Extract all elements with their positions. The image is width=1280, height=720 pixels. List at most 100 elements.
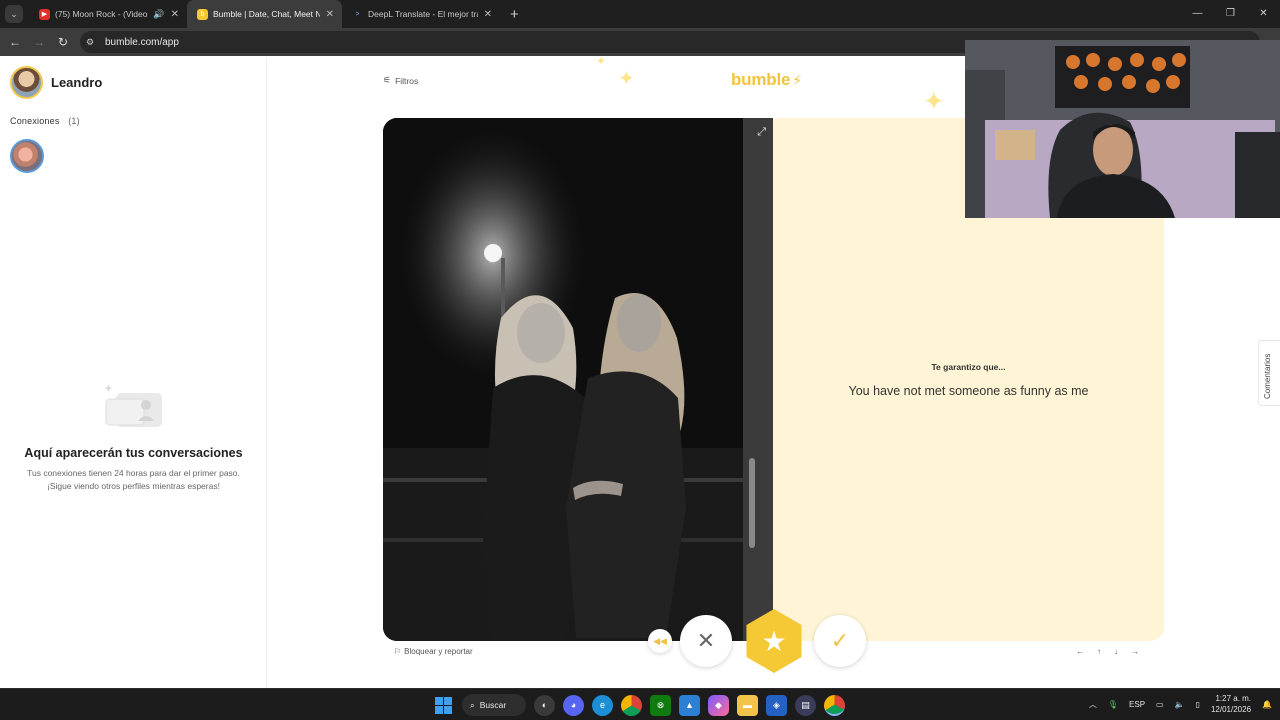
empty-state-subtitle: Tus conexiones tienen 24 horas para dar …: [0, 467, 267, 493]
discord-icon[interactable]: ◕: [563, 694, 584, 716]
webcam-image: [965, 40, 1280, 218]
feedback-tab[interactable]: Comentarios: [1258, 340, 1280, 406]
browser-tab-deepl[interactable]: > DeepL Translate - El mejor traductor ✕: [342, 0, 500, 28]
bumble-icon: b: [197, 8, 208, 20]
expand-icon[interactable]: ⤢: [757, 126, 766, 139]
battery-icon[interactable]: ▯: [1196, 700, 1200, 709]
check-icon: ✓: [830, 628, 850, 653]
taskbar-apps: ⌕ Buscar ◐ ◕ e ⊗ ▲ ◆ ▬ ◈ ▤: [433, 694, 845, 716]
time: 1:27 a. m.: [1215, 694, 1252, 703]
volume-icon[interactable]: 🔈: [1175, 700, 1185, 709]
window-controls: — ❐ ✕: [1181, 0, 1280, 28]
windows-logo: [435, 696, 452, 714]
windows-taskbar: ⌕ Buscar ◐ ◕ e ⊗ ▲ ◆ ▬ ◈ ▤ ︿ 🎙 ESP ▭ 🔈 ▯…: [0, 688, 1280, 720]
sparkle-icon: ✦: [923, 86, 945, 116]
rewind-icon: ◀◀: [653, 635, 667, 646]
file-explorer-icon[interactable]: ▬: [737, 694, 758, 716]
chevron-up-icon[interactable]: ︿: [1089, 699, 1097, 710]
bolt-icon: ⚡: [792, 72, 802, 88]
copilot-icon[interactable]: ◆: [708, 694, 729, 716]
close-window-icon[interactable]: ✕: [1247, 0, 1280, 28]
photo-image: [383, 118, 774, 641]
close-tab-icon[interactable]: ✕: [171, 9, 179, 20]
tab-title: (75) Moon Rock - (Video Oficial): [55, 9, 149, 19]
app-icon[interactable]: ▤: [795, 694, 816, 716]
language-indicator[interactable]: ESP: [1129, 700, 1145, 709]
keyboard-hints: ← ↑ ↓ →: [1076, 647, 1139, 656]
tab-search-button[interactable]: ⌄: [5, 5, 23, 23]
empty-state-line: ¡Sigue viendo otros perfiles mientras es…: [47, 481, 220, 491]
connection-avatar[interactable]: [10, 139, 44, 173]
flag-icon: ⚐: [394, 647, 402, 656]
search-label: Buscar: [479, 700, 507, 710]
logo-text: bumble: [731, 70, 791, 89]
webcam-overlay: [965, 40, 1280, 218]
speaker-icon[interactable]: 🔊: [153, 9, 164, 20]
site-info-icon[interactable]: ⚙: [86, 37, 100, 48]
connections-label: Conexiones: [10, 116, 60, 126]
feedback-label: Comentarios: [1263, 353, 1272, 399]
profile-photo[interactable]: ⤢ ✦: [383, 118, 774, 641]
filters-button[interactable]: ⚟ Filtros: [383, 75, 418, 86]
user-name: Leandro: [51, 75, 103, 90]
avatar[interactable]: [10, 66, 43, 99]
browser-tab-youtube[interactable]: ▶ (75) Moon Rock - (Video Oficial) 🔊 ✕: [29, 0, 187, 28]
prompt-answer: You have not met someone as funny as me: [848, 384, 1089, 398]
browser-tab-bumble[interactable]: b Bumble | Date, Chat, Meet New People ✕: [187, 0, 342, 28]
date: 12/01/2026: [1210, 705, 1252, 714]
connections-header: Conexiones (1): [10, 116, 80, 126]
app-icon[interactable]: ◈: [766, 694, 787, 716]
superswipe-button[interactable]: ★: [746, 609, 802, 673]
url-text: bumble.com/app: [105, 36, 179, 48]
close-tab-icon[interactable]: ✕: [484, 9, 492, 20]
photos-icon[interactable]: ▲: [679, 694, 700, 716]
sparkle-icon: ✦: [618, 68, 635, 90]
system-tray: ︿ 🎙 ESP ▭ 🔈 ▯ 1:27 a. m. 12/01/2026 🔔: [1089, 693, 1272, 715]
browser-tab-strip: ⌄ ▶ (75) Moon Rock - (Video Oficial) 🔊 ✕…: [0, 0, 1280, 28]
like-button[interactable]: ✓: [814, 615, 866, 667]
empty-state-title: Aquí aparecerán tus conversaciones: [24, 446, 243, 460]
restore-icon[interactable]: ❐: [1214, 0, 1247, 28]
conversations-sidebar: Leandro Conexiones (1) Aquí aparecerán t…: [0, 58, 267, 688]
pass-button[interactable]: ✕: [680, 615, 732, 667]
microphone-icon[interactable]: 🎙: [1108, 700, 1118, 709]
tab-title: Bumble | Date, Chat, Meet New People: [213, 9, 320, 19]
app-icon[interactable]: ◐: [534, 694, 555, 716]
arrow-up-icon: ↑: [1097, 647, 1101, 656]
windows-start-icon[interactable]: [433, 695, 454, 716]
deepl-icon: >: [355, 10, 360, 18]
chrome-icon[interactable]: [824, 694, 845, 716]
youtube-icon: ▶: [39, 8, 50, 20]
back-icon[interactable]: ←: [3, 35, 27, 49]
chat-bubbles-icon: [104, 384, 162, 427]
report-label: Bloquear y reportar: [404, 647, 473, 656]
swipe-actions: ◀◀ ✕ ★ ✓: [646, 609, 866, 673]
tab-title: DeepL Translate - El mejor traductor: [368, 9, 478, 19]
connections-count: (1): [68, 116, 80, 126]
sparkle-icon: ✦: [596, 54, 607, 68]
notification-icon[interactable]: 🔔: [1262, 700, 1272, 709]
network-icon[interactable]: ▭: [1156, 700, 1164, 709]
sliders-icon: ⚟: [383, 75, 392, 85]
clock[interactable]: 1:27 a. m. 12/01/2026: [1211, 693, 1251, 715]
star-icon: ★: [761, 625, 787, 657]
close-icon: ✕: [696, 628, 716, 653]
close-tab-icon[interactable]: ✕: [326, 9, 334, 20]
arrow-down-icon: ↓: [1114, 647, 1118, 656]
reload-icon[interactable]: ↻: [51, 35, 75, 49]
forward-icon[interactable]: →: [27, 35, 51, 49]
bumble-logo: bumble ⚡: [731, 70, 802, 90]
block-report-link[interactable]: ⚐ Bloquear y reportar: [394, 647, 473, 656]
xbox-icon[interactable]: ⊗: [650, 694, 671, 716]
new-tab-button[interactable]: +: [510, 6, 519, 23]
minimize-icon[interactable]: —: [1181, 0, 1214, 28]
chrome-icon[interactable]: [621, 694, 642, 716]
filters-label: Filtros: [395, 75, 419, 86]
arrow-left-icon: ←: [1076, 647, 1084, 656]
edge-icon[interactable]: e: [592, 694, 613, 716]
taskbar-search[interactable]: ⌕ Buscar: [462, 694, 526, 716]
my-profile[interactable]: Leandro: [10, 66, 102, 99]
search-icon: ⌕: [470, 699, 475, 710]
arrow-right-icon: →: [1131, 647, 1139, 656]
backtrack-button[interactable]: ◀◀: [648, 629, 672, 653]
